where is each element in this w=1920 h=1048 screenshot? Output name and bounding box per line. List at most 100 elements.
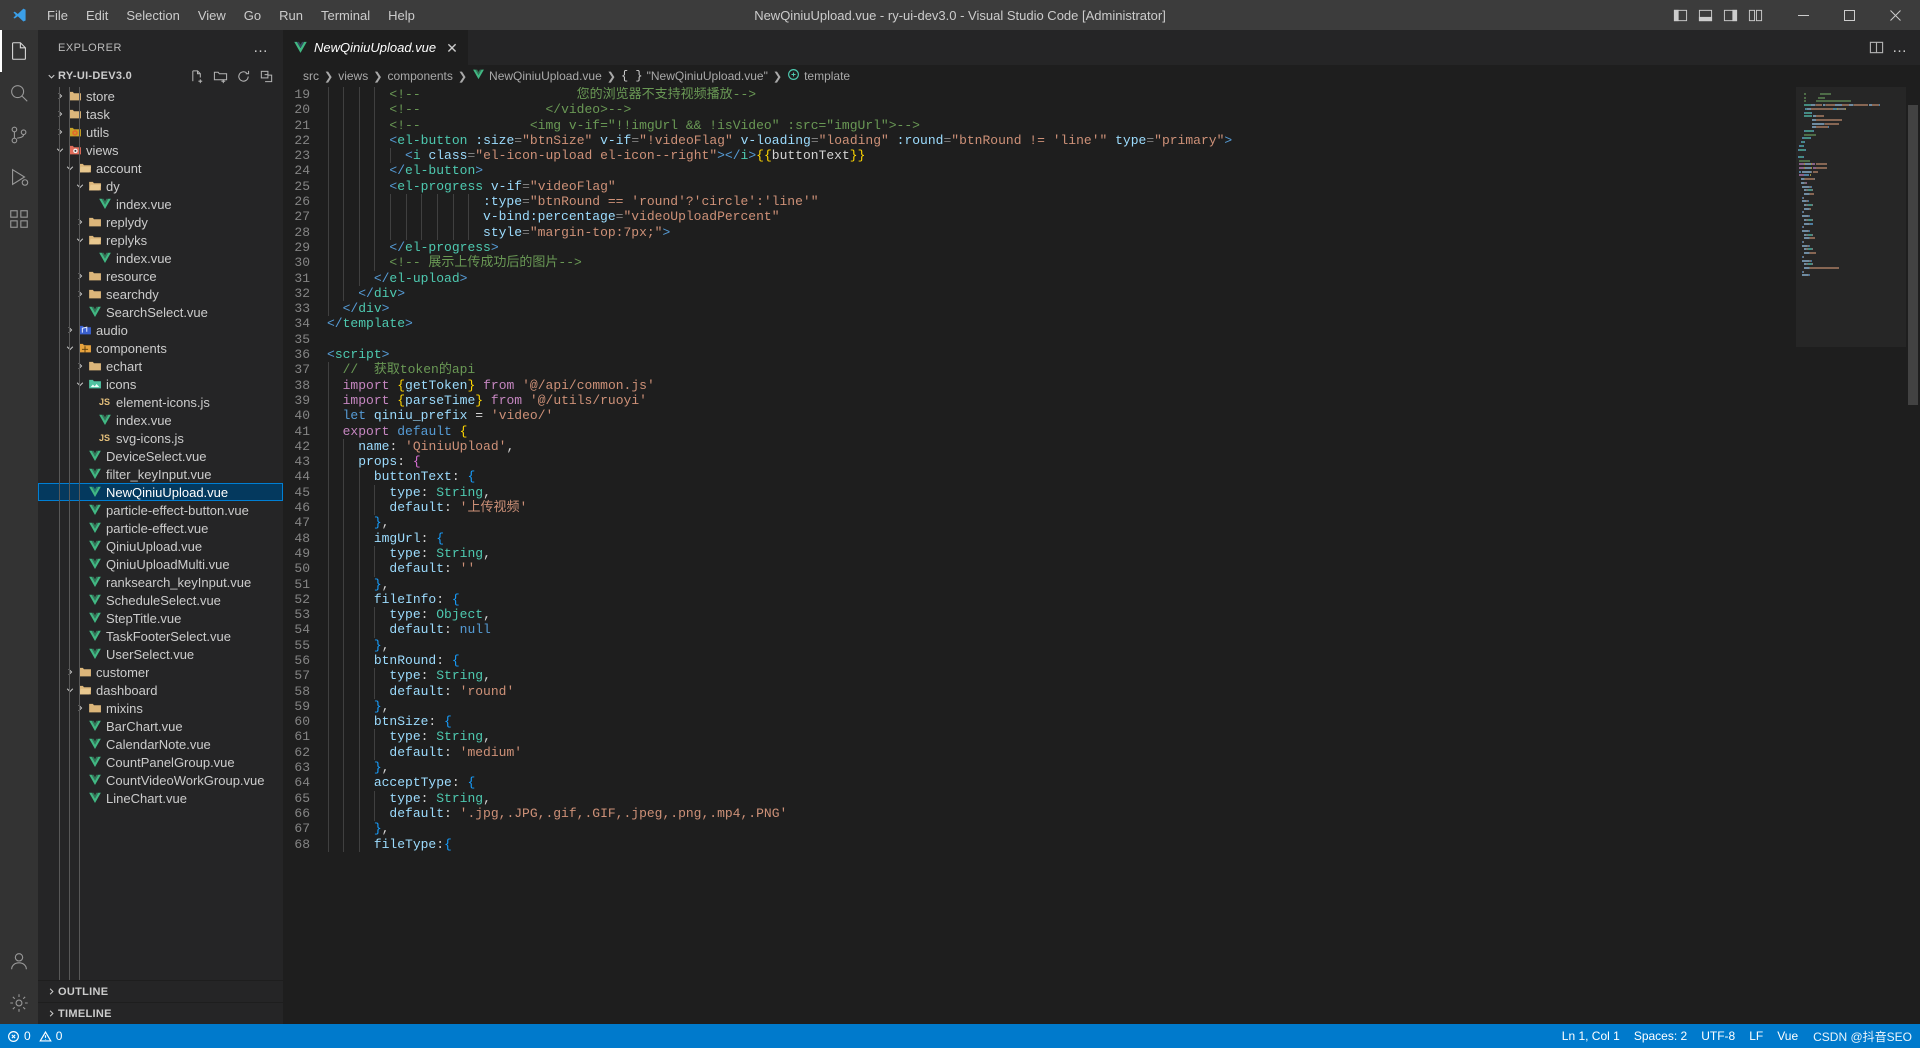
code-line-text[interactable]: <el-progress v-if="videoFlag" — [327, 178, 1796, 195]
activity-accounts-icon[interactable] — [0, 940, 38, 982]
tree-item-countvideoworkgroup-vue[interactable]: CountVideoWorkGroup.vue — [38, 771, 283, 789]
code-line-text[interactable]: :type="btnRound == 'round'?'circle':'lin… — [327, 194, 1796, 210]
tree-item-particle-effect-button-vue[interactable]: particle-effect-button.vue — [38, 501, 283, 519]
customize-layout-icon[interactable] — [1744, 4, 1766, 26]
tree-item-echart[interactable]: echart — [38, 357, 283, 375]
tree-item-views[interactable]: views — [38, 141, 283, 159]
chevron-right-icon[interactable] — [54, 109, 66, 119]
status-encoding[interactable]: UTF-8 — [1694, 1024, 1742, 1048]
code-line-text[interactable]: btnSize: { — [327, 714, 1796, 730]
collapse-all-icon[interactable] — [256, 66, 276, 86]
code-line-text[interactable]: }, — [327, 698, 1796, 715]
menu-terminal[interactable]: Terminal — [312, 0, 379, 30]
tree-item-linechart-vue[interactable]: LineChart.vue — [38, 789, 283, 807]
code-line-text[interactable]: }, — [327, 760, 1796, 776]
chevron-right-icon[interactable] — [74, 703, 86, 713]
code-line-text[interactable]: </el-button> — [327, 163, 1796, 179]
chevron-down-icon[interactable] — [64, 343, 76, 353]
editor-more-actions-icon[interactable]: … — [1892, 39, 1908, 56]
minimap[interactable] — [1796, 87, 1906, 1024]
outline-panel-header[interactable]: OUTLINE — [38, 980, 283, 1002]
chevron-down-icon[interactable] — [64, 685, 76, 695]
code-line-text[interactable]: </el-progress> — [327, 239, 1796, 256]
code-line-text[interactable]: fileType:{ — [327, 836, 1796, 852]
tree-item-scheduleselect-vue[interactable]: ScheduleSelect.vue — [38, 591, 283, 609]
tree-item-filter-keyinput-vue[interactable]: filter_keyInput.vue — [38, 465, 283, 483]
breadcrumb-item-5[interactable]: { } "NewQiniuUpload.vue" — [620, 69, 769, 83]
tree-item-particle-effect-vue[interactable]: particle-effect.vue — [38, 519, 283, 537]
split-editor-icon[interactable] — [1866, 38, 1886, 58]
menu-bar[interactable]: File Edit Selection View Go Run Terminal… — [38, 0, 424, 30]
editor-vertical-scrollbar[interactable] — [1906, 87, 1920, 1024]
menu-view[interactable]: View — [189, 0, 235, 30]
tree-item-components[interactable]: components — [38, 339, 283, 357]
tree-item-mixins[interactable]: mixins — [38, 699, 283, 717]
code-line-text[interactable]: btnRound: { — [327, 652, 1796, 669]
code-line-text[interactable]: acceptType: { — [327, 775, 1796, 791]
new-file-icon[interactable] — [187, 66, 207, 86]
tree-item-deviceselect-vue[interactable]: DeviceSelect.vue — [38, 447, 283, 465]
tree-item-qiniuupload-vue[interactable]: QiniuUpload.vue — [38, 537, 283, 555]
chevron-right-icon[interactable] — [74, 217, 86, 227]
code-line-text[interactable]: default: '上传视频' — [327, 500, 1796, 516]
tree-item-customer[interactable]: customer — [38, 663, 283, 681]
activity-explorer-icon[interactable] — [0, 30, 38, 72]
code-line-text[interactable]: style="margin-top:7px;"> — [327, 224, 1796, 240]
chevron-right-icon[interactable] — [64, 325, 76, 335]
code-line-text[interactable]: <!-- <img v-if="!!imgUrl && !isVideo" :s… — [327, 117, 1796, 133]
tree-item-userselect-vue[interactable]: UserSelect.vue — [38, 645, 283, 663]
code-line-text[interactable]: type: String, — [327, 790, 1796, 806]
tree-item-calendarnote-vue[interactable]: CalendarNote.vue — [38, 735, 283, 753]
chevron-down-icon[interactable] — [64, 163, 76, 173]
code-editor[interactable]: 19 <!-- 您的浏览器不支持视频播放--> 20 <!-- </video>-… — [283, 87, 1920, 1024]
new-folder-icon[interactable] — [210, 66, 230, 86]
code-line-text[interactable]: </template> — [327, 316, 1796, 331]
window-maximize-button[interactable] — [1826, 0, 1872, 30]
tree-item-svg-icons-js[interactable]: JS svg-icons.js — [38, 429, 283, 447]
chevron-right-icon[interactable] — [54, 127, 66, 137]
chevron-down-icon[interactable] — [44, 71, 58, 82]
chevron-right-icon[interactable] — [64, 667, 76, 677]
tree-item-searchdy[interactable]: searchdy — [38, 285, 283, 303]
breadcrumb-item-4[interactable]: NewQiniuUpload.vue — [471, 68, 603, 84]
code-line-text[interactable]: default: 'medium' — [327, 744, 1796, 761]
code-line-text[interactable]: <!-- </video>--> — [327, 102, 1796, 118]
tree-item-replyks[interactable]: replyks — [38, 231, 283, 249]
code-line-text[interactable]: type: String, — [327, 545, 1796, 562]
code-line-text[interactable]: let qiniu_prefix = 'video/' — [327, 408, 1796, 424]
timeline-panel-header[interactable]: TIMELINE — [38, 1002, 283, 1024]
code-line-text[interactable]: type: String, — [327, 484, 1796, 501]
tree-item-barchart-vue[interactable]: BarChart.vue — [38, 717, 283, 735]
code-content[interactable]: 19 <!-- 您的浏览器不支持视频播放--> 20 <!-- </video>-… — [283, 87, 1796, 1024]
code-line-text[interactable]: </div> — [327, 285, 1796, 302]
toggle-secondary-sidebar-icon[interactable] — [1719, 4, 1741, 26]
tab-newqiniuupload-vue[interactable]: NewQiniuUpload.vue ✕ — [283, 30, 469, 65]
tree-item-ranksearch-keyinput-vue[interactable]: ranksearch_keyInput.vue — [38, 573, 283, 591]
toggle-primary-sidebar-icon[interactable] — [1669, 4, 1691, 26]
tree-item-audio[interactable]: audio — [38, 321, 283, 339]
chevron-right-icon[interactable] — [74, 361, 86, 371]
breadcrumb-item-1[interactable]: src — [302, 69, 320, 83]
window-close-button[interactable] — [1872, 0, 1918, 30]
code-line-text[interactable]: import {getToken} from '@/api/common.js' — [327, 377, 1796, 393]
code-line-text[interactable]: type: String, — [327, 668, 1796, 684]
code-line-text[interactable]: type: String, — [327, 729, 1796, 745]
status-language-mode[interactable]: Vue — [1770, 1024, 1805, 1048]
tree-item-dy[interactable]: dy — [38, 177, 283, 195]
code-line-text[interactable]: default: 'round' — [327, 683, 1796, 699]
code-line-text[interactable]: import {parseTime} from '@/utils/ruoyi' — [327, 392, 1796, 409]
code-line-text[interactable]: }, — [327, 637, 1796, 653]
code-line-text[interactable]: }, — [327, 821, 1796, 837]
tree-item-store[interactable]: store — [38, 87, 283, 105]
breadcrumb-item-3[interactable]: components — [386, 69, 453, 83]
tree-item-dashboard[interactable]: dashboard — [38, 681, 283, 699]
tree-item-steptitle-vue[interactable]: StepTitle.vue — [38, 609, 283, 627]
code-line-text[interactable]: // 获取token的api — [327, 362, 1796, 378]
code-line-text[interactable]: default: null — [327, 622, 1796, 638]
tree-item-resource[interactable]: resource — [38, 267, 283, 285]
code-line-text[interactable]: v-bind:percentage="videoUploadPercent" — [327, 209, 1796, 225]
toggle-panel-icon[interactable] — [1694, 4, 1716, 26]
sidebar-more-actions-icon[interactable]: … — [253, 39, 275, 56]
chevron-down-icon[interactable] — [74, 235, 86, 245]
explorer-folder-section-header[interactable]: RY-UI-DEV3.0 — [38, 65, 283, 87]
